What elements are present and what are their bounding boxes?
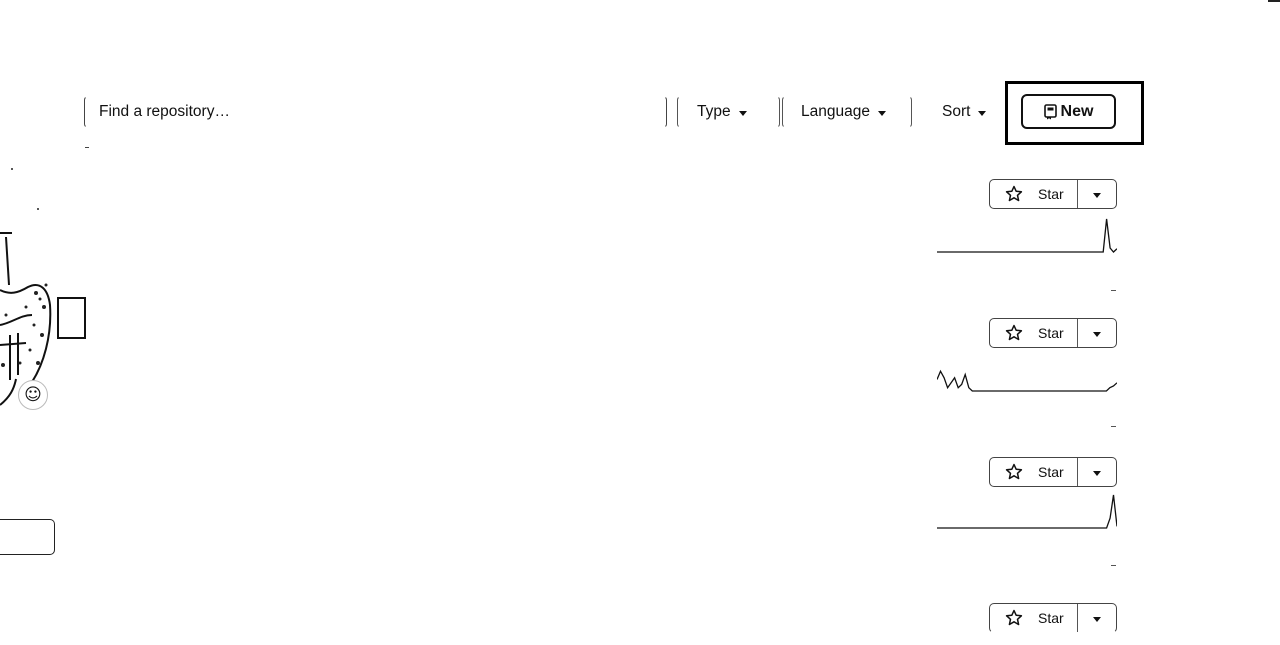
repository-list-item: Star xyxy=(0,589,1280,645)
repo-icon xyxy=(1043,103,1057,119)
sparkline-path xyxy=(937,494,1117,529)
sparkline-path xyxy=(937,369,1117,392)
sort-label: Sort xyxy=(942,103,971,120)
caret-down-icon xyxy=(1093,332,1101,337)
star-list-dropdown[interactable] xyxy=(1078,458,1116,486)
repository-search-input[interactable] xyxy=(84,96,667,128)
star-button[interactable]: Star xyxy=(990,180,1078,208)
star-icon xyxy=(1005,609,1023,626)
language-filter-label: Language xyxy=(801,103,870,120)
row-tick xyxy=(1111,290,1116,291)
star-button[interactable]: Star xyxy=(990,604,1078,632)
star-label: Star xyxy=(1038,464,1064,480)
activity-sparkline xyxy=(937,369,1117,392)
divider-mark xyxy=(85,147,89,148)
star-button-group: Star xyxy=(989,179,1117,209)
star-label: Star xyxy=(1038,186,1064,202)
row-tick xyxy=(1111,426,1116,427)
star-list-dropdown[interactable] xyxy=(1078,180,1116,208)
new-repository-button[interactable]: New xyxy=(1021,94,1116,129)
repository-list-item: Star xyxy=(0,443,1280,583)
caret-down-icon xyxy=(1093,617,1101,622)
row-tick xyxy=(1111,565,1116,566)
star-button[interactable]: Star xyxy=(990,319,1078,347)
caret-down-icon xyxy=(1093,193,1101,198)
repository-list-item: Star xyxy=(0,304,1280,444)
star-button-group: Star xyxy=(989,457,1117,487)
caret-down-icon xyxy=(738,110,747,116)
type-filter-label: Type xyxy=(697,103,731,120)
star-label: Star xyxy=(1038,325,1064,341)
new-button-label: New xyxy=(1060,102,1094,120)
star-icon xyxy=(1005,463,1023,480)
sort-button[interactable]: Sort xyxy=(923,96,1001,128)
star-list-dropdown[interactable] xyxy=(1078,319,1116,347)
window-corner-mark xyxy=(1268,0,1280,2)
star-button[interactable]: Star xyxy=(990,458,1078,486)
activity-sparkline xyxy=(937,218,1117,253)
star-icon xyxy=(1005,185,1023,202)
caret-down-icon xyxy=(877,110,886,116)
star-button-group: Star xyxy=(989,603,1117,633)
star-label: Star xyxy=(1038,610,1064,626)
star-icon xyxy=(1005,324,1023,341)
sparkline-path xyxy=(937,218,1117,253)
type-filter-button[interactable]: Type xyxy=(677,96,780,128)
activity-sparkline xyxy=(937,494,1117,529)
caret-down-icon xyxy=(1093,471,1101,476)
repository-list-item: Star xyxy=(0,165,1280,305)
star-button-group: Star xyxy=(989,318,1117,348)
language-filter-button[interactable]: Language xyxy=(782,96,912,128)
star-list-dropdown[interactable] xyxy=(1078,604,1116,632)
caret-down-icon xyxy=(978,110,987,116)
